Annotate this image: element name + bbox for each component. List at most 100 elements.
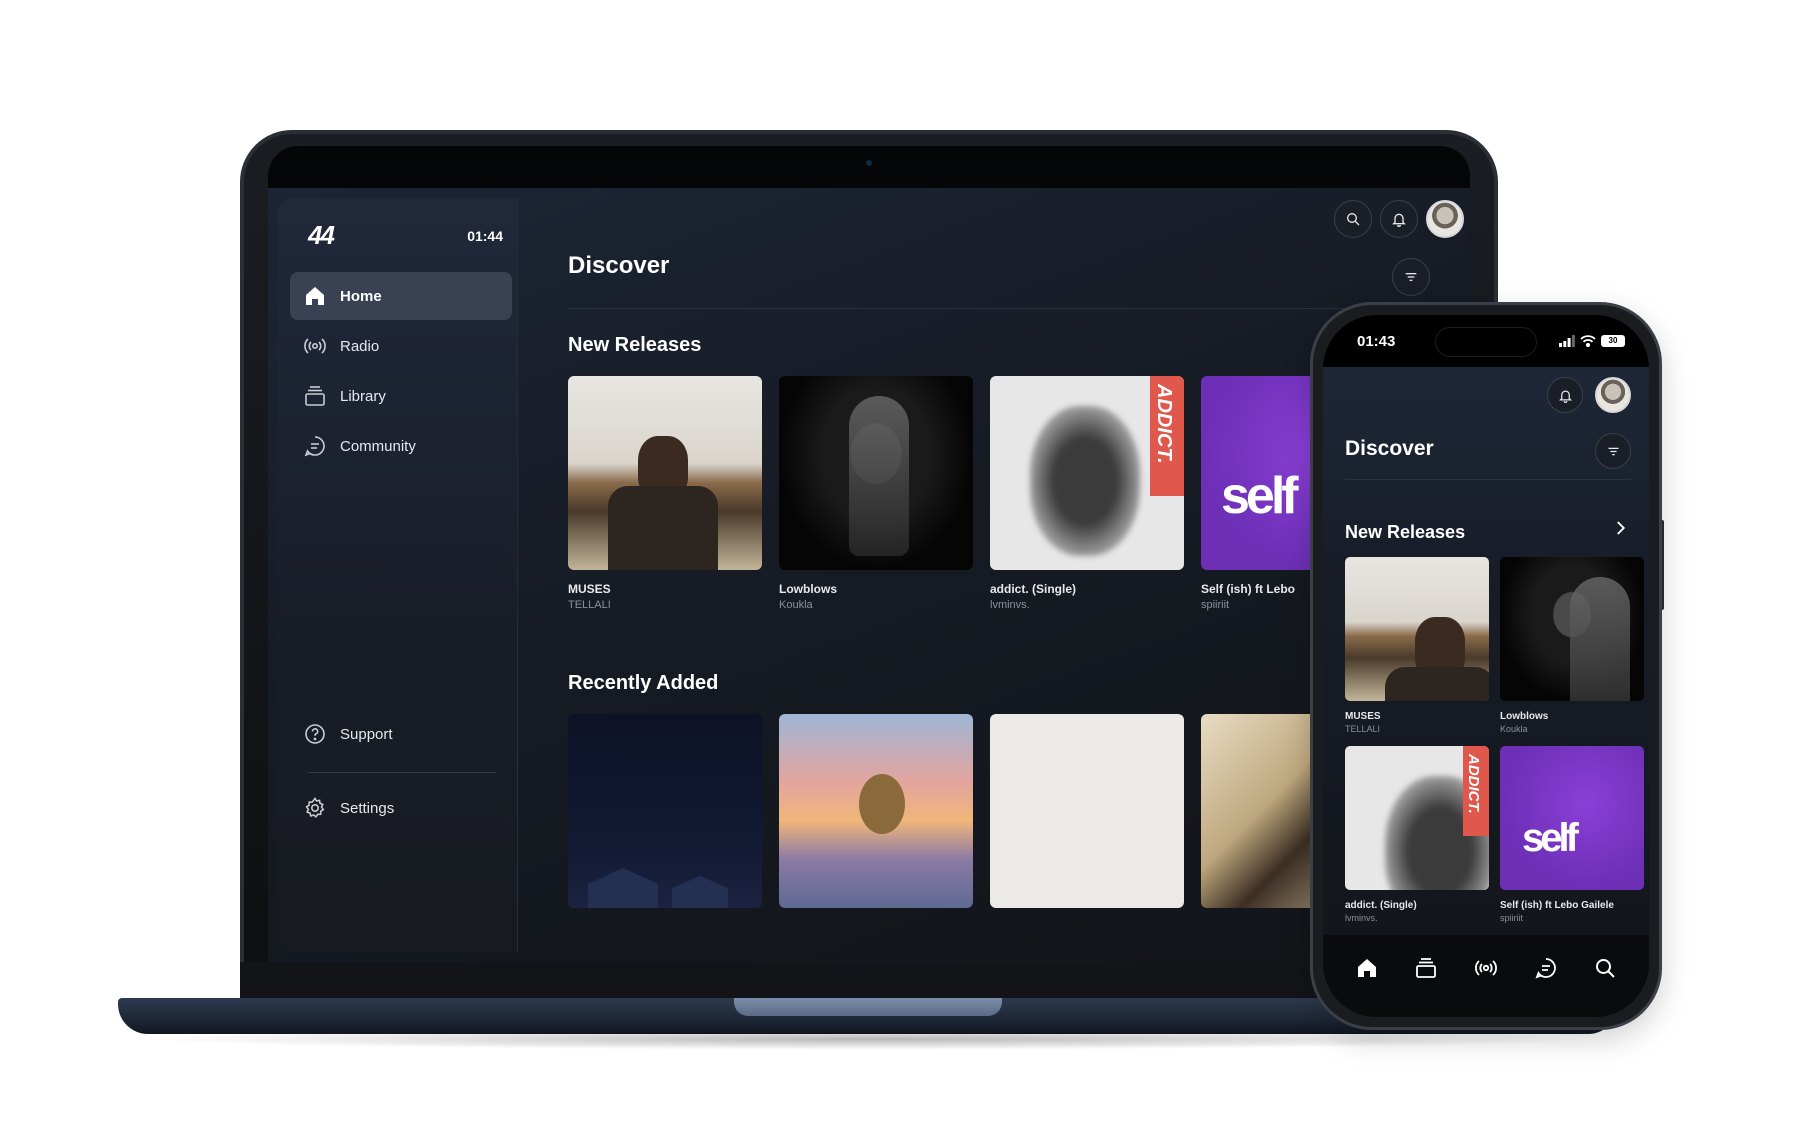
album-art: self (1500, 746, 1644, 890)
album-art-strip: ADDICT. (1463, 746, 1489, 836)
album-art-strip: ADDICT. (1150, 376, 1184, 496)
laptop-base-notch (734, 998, 1002, 1016)
avatar[interactable] (1426, 200, 1464, 238)
sidebar: 44 01:44 Home Radio Library Community Su… (278, 198, 518, 952)
album-artist: TELLALI (1345, 724, 1381, 734)
wifi-icon (1580, 335, 1596, 347)
section-title-new-releases: New Releases (568, 334, 702, 356)
see-all-button[interactable] (1611, 519, 1629, 542)
dynamic-island (1435, 327, 1537, 357)
sidebar-item-community[interactable]: Community (290, 422, 512, 470)
status-time: 01:43 (1357, 333, 1396, 350)
album-title: addict. (Single) (990, 582, 1077, 596)
album-art-text: ADDICT. (1153, 384, 1175, 464)
album-title: Self (ish) ft Lebo Gailele (1500, 900, 1614, 911)
album-art: ADDICT. (990, 376, 1184, 570)
search-icon (1347, 213, 1360, 226)
device-mockup-stage: 44 01:44 Home Radio Library Community Su… (0, 0, 1800, 1125)
filter-button[interactable] (1595, 433, 1631, 469)
recently-added-row (568, 714, 1395, 908)
community-icon (302, 433, 328, 459)
laptop-notch (793, 146, 943, 188)
sidebar-item-support[interactable]: Support (290, 710, 512, 758)
search-button[interactable] (1334, 200, 1372, 238)
sidebar-item-label: Library (340, 387, 386, 405)
gear-icon (302, 795, 328, 821)
album-art (568, 714, 762, 908)
sidebar-item-label: Radio (340, 337, 380, 355)
sidebar-item-label: Community (340, 437, 416, 455)
phone-frame: 01:43 30 Discover New Releases MUSES TEL… (1310, 302, 1662, 1030)
album-card[interactable] (568, 714, 762, 908)
title-divider (568, 308, 1468, 309)
new-releases-grid: MUSES TELLALI Lowblows Koukla ADDICT. ad… (1345, 557, 1644, 923)
tab-radio[interactable] (1471, 953, 1501, 983)
avatar[interactable] (1595, 377, 1631, 413)
tab-bar (1323, 935, 1649, 1017)
notifications-button[interactable] (1547, 377, 1583, 413)
support-nav: Support (290, 710, 512, 760)
chevron-right-icon (1617, 521, 1626, 535)
notifications-button[interactable] (1380, 200, 1418, 238)
sidebar-item-settings[interactable]: Settings (290, 784, 512, 832)
page-title: Discover (1345, 437, 1434, 460)
home-icon (302, 283, 328, 309)
album-title: MUSES (1345, 711, 1381, 722)
phone-screen: 01:43 30 Discover New Releases MUSES TEL… (1323, 315, 1649, 1017)
album-card[interactable]: self Self (ish) ft Lebo Gailele spiiriit (1500, 746, 1644, 923)
battery-icon: 30 (1601, 335, 1625, 347)
album-card[interactable]: ADDICT. addict. (Single) lvminvs. (1345, 746, 1489, 923)
album-artist: spiiriit (1500, 913, 1524, 923)
album-art (779, 714, 973, 908)
filter-button[interactable] (1392, 258, 1430, 296)
sidebar-item-label: Home (340, 287, 382, 305)
album-artist: Koukla (1500, 724, 1528, 734)
status-bar: 01:43 30 (1323, 315, 1649, 367)
album-title: MUSES (568, 582, 611, 596)
album-artist: TELLALI (568, 599, 611, 611)
album-artist: lvminvs. (990, 599, 1030, 611)
album-artist: lvminvs. (1345, 913, 1378, 923)
title-divider (1345, 479, 1631, 480)
radio-icon (302, 333, 328, 359)
tab-library[interactable] (1411, 953, 1441, 983)
album-card[interactable] (990, 714, 1184, 908)
header-actions (1334, 200, 1464, 238)
laptop-shadow (140, 1028, 1600, 1050)
camera-icon (866, 160, 872, 166)
tab-search[interactable] (1590, 953, 1620, 983)
app-logo[interactable]: 44 (308, 220, 335, 251)
sidebar-item-home[interactable]: Home (290, 272, 512, 320)
album-card[interactable]: Lowblows Koukla (779, 376, 973, 611)
home-icon (1357, 959, 1376, 977)
album-card[interactable]: MUSES TELLALI (1345, 557, 1489, 734)
laptop-screen: 44 01:44 Home Radio Library Community Su… (268, 188, 1470, 962)
album-card[interactable]: MUSES TELLALI (568, 376, 762, 611)
filter-icon (1405, 273, 1417, 281)
section-title-recently-added: Recently Added (568, 672, 719, 694)
album-art (1345, 557, 1489, 701)
sidebar-divider (308, 772, 496, 773)
help-icon (302, 721, 328, 747)
phone-content: Discover New Releases MUSES TELLALI Lowb… (1323, 367, 1649, 935)
library-icon (302, 383, 328, 409)
sidebar-item-library[interactable]: Library (290, 372, 512, 420)
tab-community[interactable] (1531, 953, 1561, 983)
album-art (1500, 557, 1644, 701)
tab-home[interactable] (1352, 953, 1382, 983)
bell-icon (1558, 390, 1572, 403)
album-title: Lowblows (1500, 711, 1549, 722)
album-card[interactable]: Lowblows Koukla (1500, 557, 1644, 734)
section-title-new-releases: New Releases (1345, 522, 1466, 542)
sidebar-item-label: Settings (340, 799, 395, 817)
sidebar-item-radio[interactable]: Radio (290, 322, 512, 370)
album-art (779, 376, 973, 570)
search-icon (1596, 959, 1615, 978)
album-art (568, 376, 762, 570)
sidebar-item-label: Support (340, 725, 393, 743)
library-icon (1416, 958, 1437, 978)
album-card[interactable] (779, 714, 973, 908)
album-card[interactable]: ADDICT. addict. (Single) lvminvs. (990, 376, 1184, 611)
bell-icon (1392, 213, 1406, 227)
clock: 01:44 (467, 228, 503, 244)
